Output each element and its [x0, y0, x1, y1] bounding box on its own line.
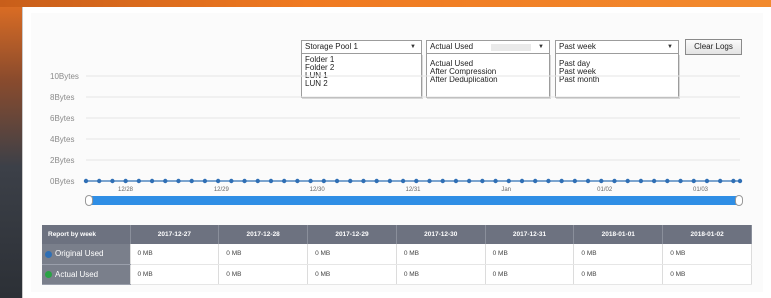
date-header: 2017-12-28 [218, 225, 309, 244]
table-cell: 0 MB [573, 264, 664, 285]
date-header: 2017-12-30 [396, 225, 486, 244]
table-cell: 0 MB [573, 244, 664, 265]
date-header: 2017-12-29 [307, 225, 397, 244]
data-point[interactable] [400, 178, 406, 184]
x-tick-label: Jan [501, 187, 511, 193]
data-point[interactable] [202, 178, 208, 184]
data-point[interactable] [453, 178, 459, 184]
data-point[interactable] [717, 178, 723, 184]
table-cell: 0 MB [396, 264, 486, 285]
legend-dot-icon [45, 270, 52, 278]
data-point[interactable] [737, 178, 743, 184]
data-point[interactable] [559, 178, 564, 184]
y-tick-label: 0Bytes [50, 177, 74, 186]
data-point[interactable] [110, 178, 115, 184]
data-point[interactable] [295, 178, 300, 184]
slider-start-handle[interactable] [85, 195, 93, 206]
date-header: 2018-01-02 [662, 225, 752, 244]
data-point[interactable] [163, 178, 168, 184]
report-table: Report by week 2017-12-27 2017-12-28 201… [42, 225, 752, 285]
data-point[interactable] [97, 178, 102, 184]
table-row: Actual Used 0 MB 0 MB 0 MB 0 MB 0 MB 0 M… [42, 264, 752, 285]
data-point[interactable] [546, 178, 551, 184]
table-cell: 0 MB [485, 244, 575, 265]
data-point[interactable] [414, 178, 419, 184]
report-by-week-label: Report by week [42, 225, 131, 244]
date-header: 2017-12-27 [130, 225, 220, 244]
data-point[interactable] [665, 178, 670, 184]
legend-dot-icon [45, 250, 52, 258]
data-point[interactable] [123, 178, 128, 184]
data-point[interactable] [533, 178, 538, 184]
y-tick-label: 4Bytes [50, 135, 74, 144]
date-header: 2017-12-31 [485, 225, 575, 244]
data-point[interactable] [281, 178, 287, 184]
table-cell: 0 MB [307, 244, 397, 265]
data-point[interactable] [585, 178, 591, 184]
time-range-slider[interactable] [88, 196, 739, 205]
table-cell: 0 MB [485, 264, 575, 285]
x-tick-label: 12/30 [310, 187, 326, 193]
data-point[interactable] [691, 178, 696, 184]
data-point[interactable] [651, 178, 657, 184]
slider-end-handle[interactable] [735, 195, 743, 206]
data-point[interactable] [466, 178, 472, 184]
table-row: Original Used 0 MB 0 MB 0 MB 0 MB 0 MB 0… [42, 244, 752, 265]
data-point[interactable] [599, 178, 604, 184]
data-point[interactable] [612, 178, 617, 184]
data-point[interactable] [348, 178, 353, 184]
date-header: 2018-01-01 [573, 225, 664, 244]
x-tick-label: 12/28 [118, 187, 134, 193]
y-tick-label: 8Bytes [50, 93, 74, 102]
data-point[interactable] [255, 178, 260, 184]
data-point[interactable] [387, 178, 393, 184]
table-cell: 0 MB [662, 244, 752, 265]
data-point[interactable] [493, 178, 498, 184]
table-cell: 0 MB [307, 264, 397, 285]
y-tick-label: 10Bytes [50, 72, 79, 81]
data-point[interactable] [268, 178, 274, 184]
data-point[interactable] [678, 178, 683, 184]
row-label-original-used: Original Used [42, 244, 131, 265]
data-point[interactable] [440, 178, 445, 184]
data-point[interactable] [625, 178, 630, 184]
data-point[interactable] [334, 178, 340, 184]
data-point[interactable] [374, 178, 379, 184]
table-cell: 0 MB [130, 244, 220, 265]
table-header-row: Report by week 2017-12-27 2017-12-28 201… [42, 225, 752, 244]
row-label-text: Actual Used [55, 269, 99, 279]
data-point[interactable] [83, 178, 89, 184]
data-point[interactable] [149, 178, 155, 184]
data-point[interactable] [572, 178, 578, 184]
x-tick-label: 01/02 [597, 187, 613, 193]
table-cell: 0 MB [396, 244, 486, 265]
row-label-actual-used: Actual Used [42, 264, 131, 285]
y-tick-label: 6Bytes [50, 114, 74, 123]
data-point[interactable] [704, 178, 710, 184]
data-point[interactable] [242, 178, 247, 184]
data-point[interactable] [427, 178, 432, 184]
data-point[interactable] [731, 178, 736, 184]
table-cell: 0 MB [662, 264, 752, 285]
data-point[interactable] [136, 178, 142, 184]
row-label-text: Original Used [55, 249, 104, 259]
table-cell: 0 MB [130, 264, 220, 285]
table-cell: 0 MB [218, 264, 309, 285]
data-point[interactable] [308, 178, 313, 184]
data-point[interactable] [215, 178, 221, 184]
data-point[interactable] [480, 178, 485, 184]
data-point[interactable] [361, 178, 366, 184]
data-point[interactable] [638, 178, 644, 184]
data-point[interactable] [321, 178, 327, 184]
data-point[interactable] [229, 178, 234, 184]
x-tick-label: 01/03 [693, 187, 709, 193]
data-point[interactable] [176, 178, 181, 184]
table-cell: 0 MB [218, 244, 309, 265]
data-point[interactable] [189, 178, 194, 184]
x-tick-label: 12/29 [214, 187, 230, 193]
data-point[interactable] [506, 178, 511, 184]
y-tick-label: 2Bytes [50, 156, 74, 165]
data-point[interactable] [519, 178, 525, 184]
x-tick-label: 12/31 [406, 187, 422, 193]
